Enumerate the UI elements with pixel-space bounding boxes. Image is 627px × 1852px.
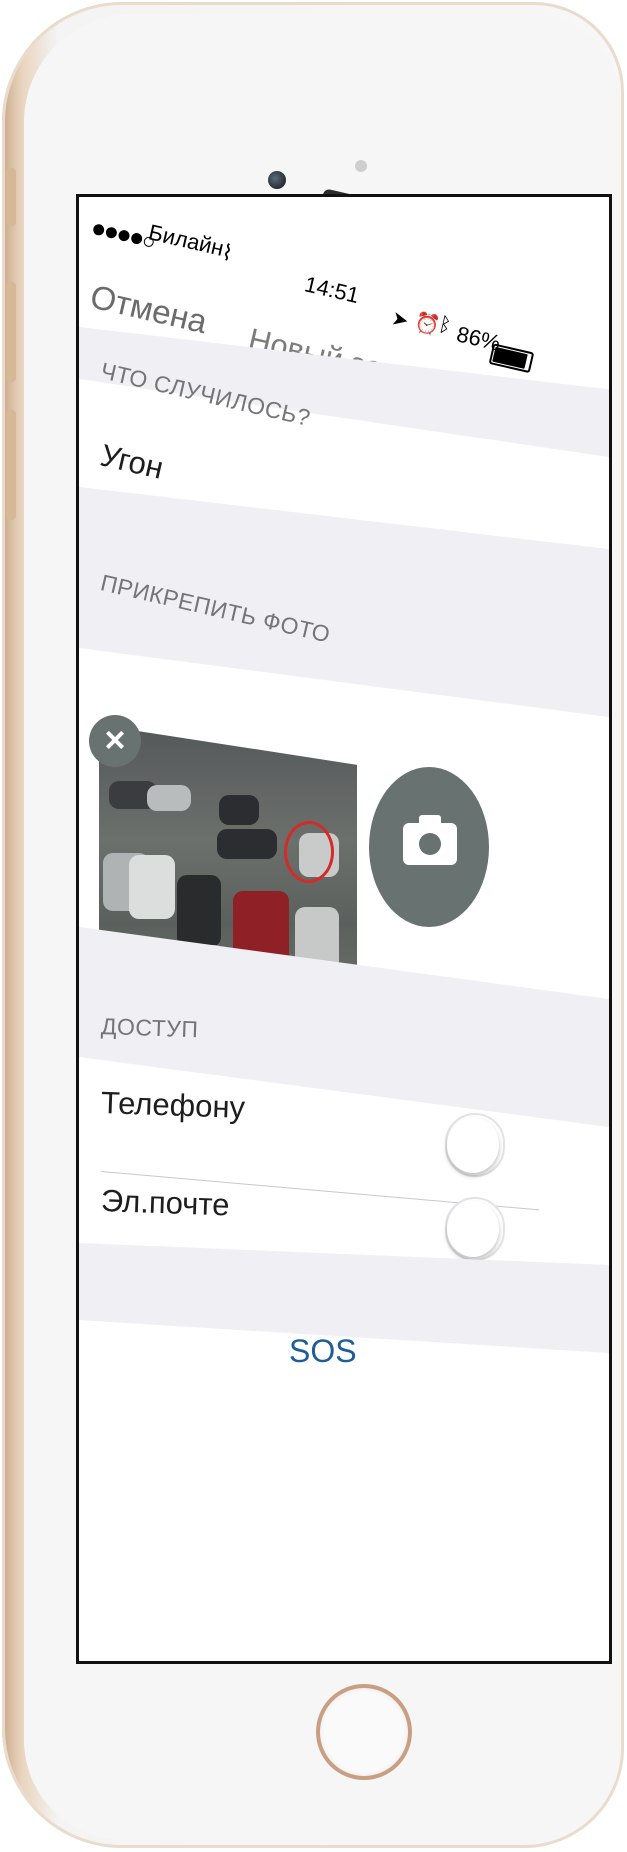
carrier-name: Билайн <box>146 219 227 261</box>
photo-car <box>147 785 191 811</box>
camera-lens <box>419 833 441 855</box>
home-button[interactable] <box>320 1688 408 1776</box>
status-time: 14:51 <box>302 271 362 309</box>
access-phone-toggle[interactable] <box>445 1113 505 1177</box>
add-photo-button[interactable] <box>369 767 489 927</box>
incident-type-cell[interactable]: Угон <box>97 437 167 486</box>
photo-car <box>177 875 221 947</box>
photo-car <box>129 855 175 919</box>
app-screen: Билайн ⌇ 14:51 ➤ ⏰ ᛒ 86% Отмена Новый за… <box>76 194 612 1664</box>
photo-car <box>219 795 259 825</box>
toggle-knob <box>447 1117 499 1173</box>
access-phone-label: Телефону <box>100 1085 246 1126</box>
access-email-label: Эл.почте <box>100 1183 231 1223</box>
volume-up-button <box>6 282 16 382</box>
access-email-toggle[interactable] <box>445 1197 505 1261</box>
battery-icon <box>488 343 535 374</box>
mute-switch <box>6 168 16 226</box>
sos-button[interactable]: SOS <box>289 1333 357 1370</box>
remove-photo-button[interactable]: × <box>89 715 141 767</box>
front-camera <box>268 171 286 189</box>
toggle-knob <box>447 1201 499 1257</box>
close-icon: × <box>104 719 126 760</box>
camera-icon <box>403 815 457 865</box>
section-header-access: ДОСТУП <box>100 1013 199 1043</box>
proximity-sensor <box>355 160 367 172</box>
photo-highlight-circle <box>284 821 334 883</box>
location-icon: ➤ <box>389 307 411 333</box>
photo-car <box>217 829 277 859</box>
volume-down-button <box>6 410 16 520</box>
battery-level-fill <box>492 346 528 369</box>
